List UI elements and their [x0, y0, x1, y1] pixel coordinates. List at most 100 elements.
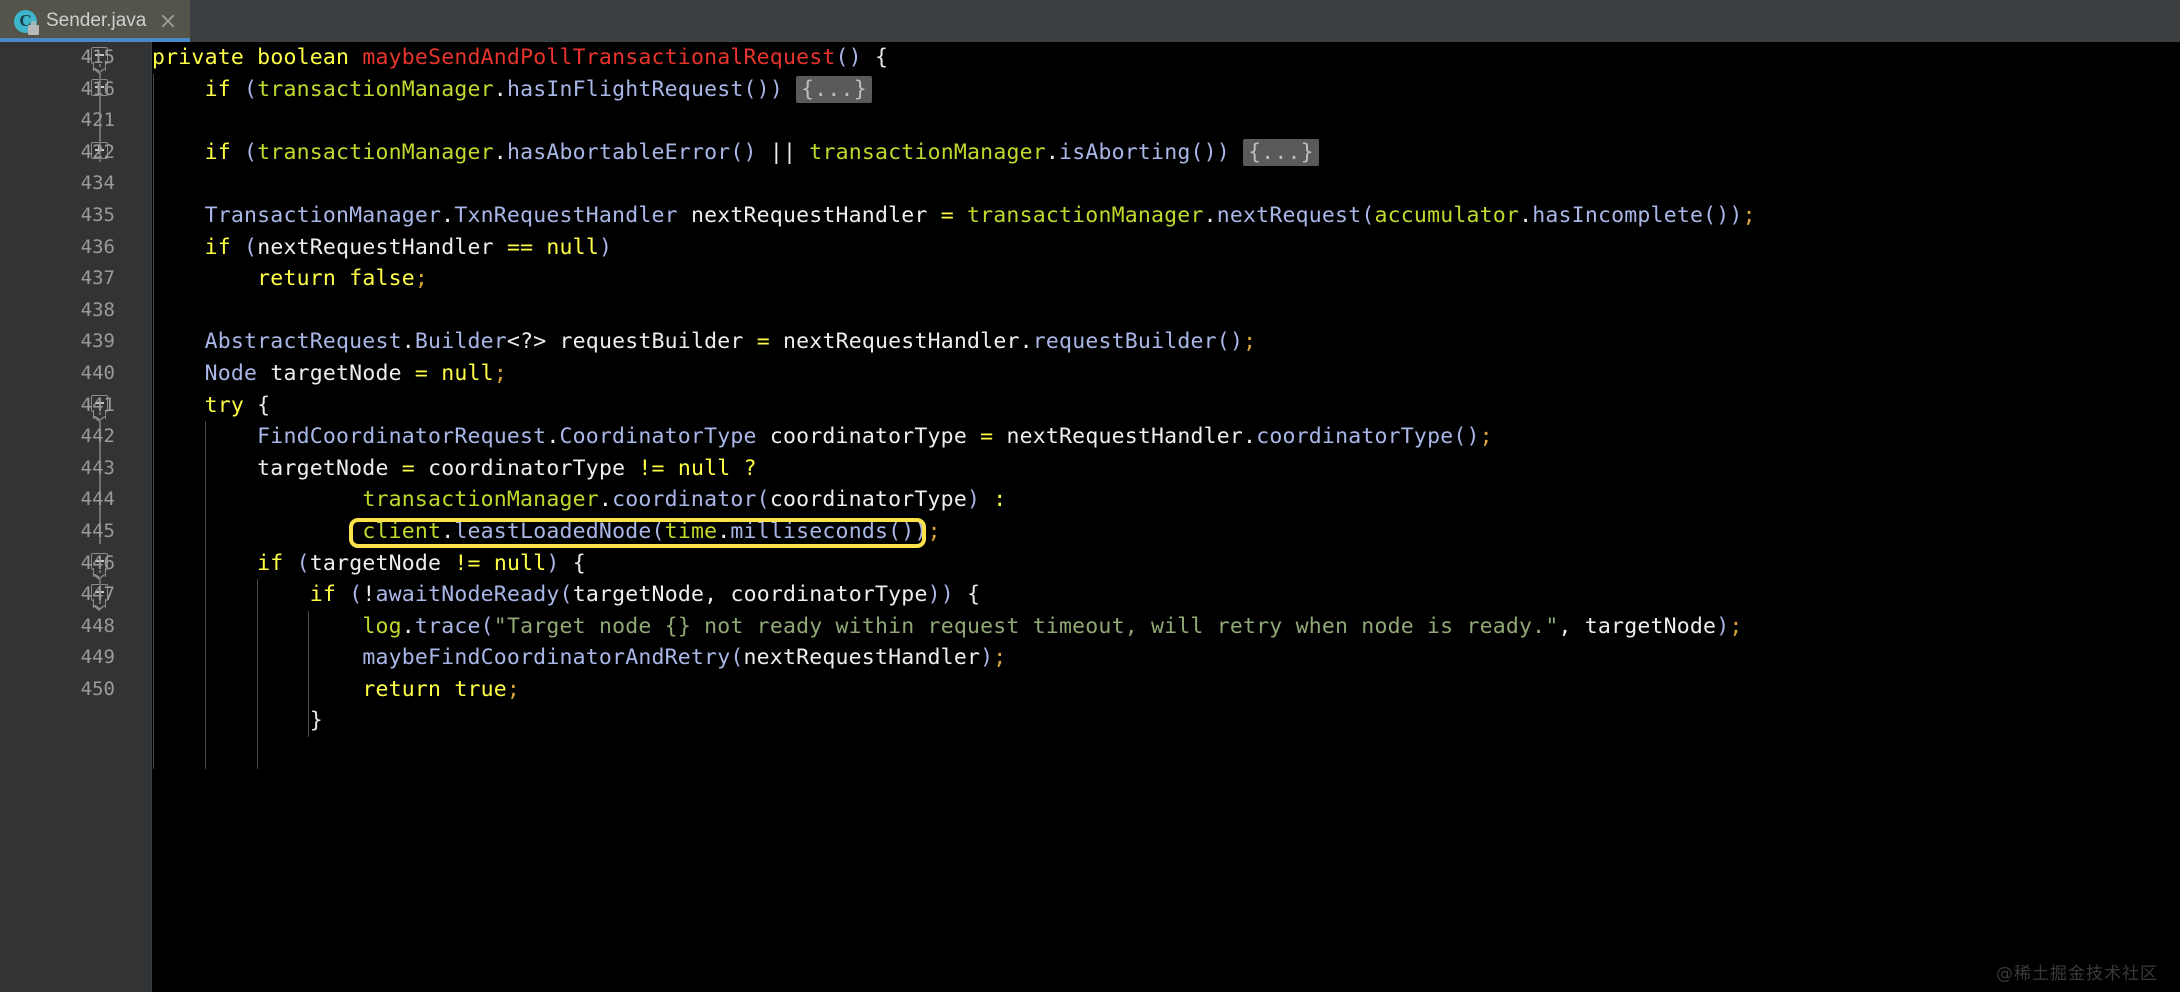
code-token: log: [362, 613, 402, 639]
code-text: if (transactionManager.hasAbortableError…: [152, 137, 1319, 169]
code-text: try {: [152, 390, 271, 422]
folded-code-placeholder[interactable]: {...}: [1243, 138, 1319, 166]
code-text: maybeFindCoordinatorAndRetry(nextRequest…: [152, 642, 1006, 674]
code-line[interactable]: 435 TransactionManager.TxnRequestHandler…: [0, 200, 2180, 232]
code-token: .: [1019, 329, 1033, 355]
line-number: 448: [80, 614, 115, 637]
code-token: ==: [506, 234, 534, 260]
java-class-icon: C: [14, 9, 39, 35]
code-token: transactionManager: [967, 202, 1204, 228]
code-token: ;: [506, 676, 521, 702]
code-line[interactable]: 438: [0, 295, 2180, 327]
code-token: TransactionManager: [204, 202, 442, 228]
code-text: targetNode = coordinatorType != null ?: [152, 453, 757, 485]
folded-code-placeholder[interactable]: {...}: [796, 75, 872, 103]
code-text: AbstractRequest.Builder<?> requestBuilde…: [152, 326, 1256, 358]
code-token: coordinatorType: [730, 582, 928, 608]
code-token: .: [1243, 424, 1257, 450]
code-line[interactable]: 446 if (targetNode != null) {: [0, 548, 2180, 580]
code-token: coordinatorType: [428, 455, 626, 481]
line-number: 440: [80, 361, 115, 384]
code-token: "Target node {} not ready within request…: [493, 613, 1559, 639]
code-line[interactable]: 434: [0, 168, 2180, 200]
code-line[interactable]: 439 AbstractRequest.Builder<?> requestBu…: [0, 326, 2180, 358]
code-token: ): [966, 487, 981, 513]
code-line[interactable]: 440 Node targetNode = null;: [0, 358, 2180, 390]
line-number: 450: [80, 677, 115, 700]
code-token: CoordinatorType: [559, 424, 757, 450]
code-text: log.trace("Target node {} not ready with…: [152, 611, 1743, 643]
code-line[interactable]: 441 try {: [0, 390, 2180, 422]
code-token: ()): [743, 76, 783, 102]
code-line[interactable]: 449 maybeFindCoordinatorAndRetry(nextReq…: [0, 642, 2180, 674]
code-text: if (!awaitNodeReady(targetNode, coordina…: [152, 579, 980, 611]
code-line[interactable]: 422 if (transactionManager.hasAbortableE…: [0, 137, 2180, 169]
code-token: (: [244, 76, 258, 102]
code-token: ): [546, 550, 560, 576]
code-token: =: [414, 360, 429, 386]
code-line[interactable]: 448 log.trace("Target node {} not ready …: [0, 611, 2180, 643]
code-token: return: [362, 676, 442, 702]
code-text: private boolean maybeSendAndPollTransact…: [152, 42, 888, 74]
code-token: ;: [1243, 329, 1257, 355]
ide-window: C Sender.java 415 private boolean maybeSe…: [0, 0, 2180, 992]
code-token: leastLoadedNode: [454, 518, 652, 544]
code-token: Node: [204, 360, 258, 386]
code-line[interactable]: 437 return false;: [0, 263, 2180, 295]
close-icon[interactable]: [159, 12, 177, 30]
code-token: (: [730, 645, 744, 671]
code-line[interactable]: 450 return true;: [0, 674, 2180, 706]
code-line[interactable]: 442 FindCoordinatorRequest.CoordinatorTy…: [0, 421, 2180, 453]
code-token: nextRequestHandler: [690, 202, 928, 228]
code-token: transactionManager: [362, 487, 599, 513]
code-token: coordinatorType: [769, 424, 967, 450]
code-token: null: [441, 360, 494, 386]
code-line[interactable]: 415 private boolean maybeSendAndPollTrans…: [0, 42, 2180, 74]
code-line[interactable]: 447 if (!awaitNodeReady(targetNode, coor…: [0, 579, 2180, 611]
code-line[interactable]: 416 if (transactionManager.hasInFlightRe…: [0, 74, 2180, 106]
code-token: null: [493, 550, 547, 576]
code-token: }: [309, 708, 323, 734]
code-token: targetNode: [1584, 613, 1717, 639]
code-line[interactable]: 445 client.leastLoadedNode(time.millisec…: [0, 516, 2180, 548]
code-token: awaitNodeReady: [375, 582, 560, 608]
code-token: {: [257, 392, 271, 418]
code-token: nextRequestHandler: [257, 234, 494, 260]
code-token: boolean: [257, 45, 350, 70]
code-editor[interactable]: 415 private boolean maybeSendAndPollTrans…: [0, 42, 2180, 992]
code-token: {: [572, 550, 586, 576]
editor-tab-sender-java[interactable]: C Sender.java: [0, 0, 191, 42]
code-token: .: [1203, 202, 1217, 228]
code-token: (: [651, 518, 665, 544]
code-line[interactable]: 421: [0, 105, 2180, 137]
code-line[interactable]: 444 transactionManager.coordinator(coord…: [0, 484, 2180, 516]
code-token: trace: [414, 613, 481, 639]
code-token: ;: [1479, 424, 1493, 450]
code-line[interactable]: 436 if (nextRequestHandler == null): [0, 232, 2180, 264]
code-token: true: [454, 676, 507, 702]
code-token: .: [1519, 202, 1533, 228]
code-token: !=: [638, 455, 665, 481]
code-token: transactionManager: [257, 139, 494, 165]
code-lines: 415 private boolean maybeSendAndPollTrans…: [0, 42, 2180, 992]
code-token: maybeSendAndPollTransactionalRequest: [362, 45, 836, 70]
code-token: (): [1216, 329, 1244, 355]
editor-tab-title: Sender.java: [46, 10, 147, 31]
code-line[interactable]: }: [0, 705, 2180, 737]
code-line[interactable]: 443 targetNode = coordinatorType != null…: [0, 453, 2180, 485]
code-text: return true;: [152, 674, 520, 706]
code-token: ||: [769, 139, 797, 165]
